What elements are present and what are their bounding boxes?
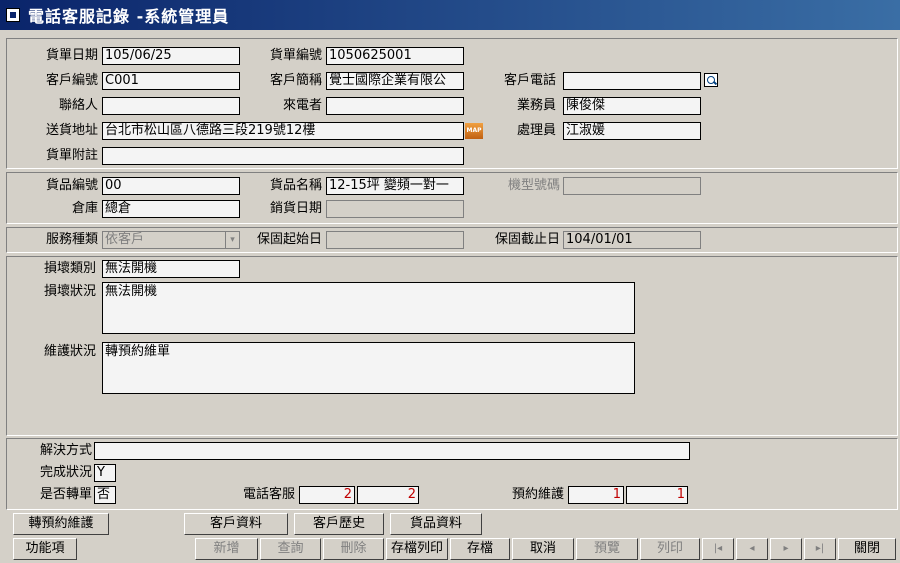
appt-count-1: 1 — [568, 486, 624, 504]
save-print-button[interactable]: 存檔列印 — [386, 538, 448, 560]
warehouse-field[interactable]: 總倉 — [102, 200, 240, 218]
address-field[interactable]: 台北市松山區八德路三段219號12樓 — [102, 122, 464, 140]
damage-status-textarea[interactable]: 無法開機 — [102, 282, 635, 334]
customer-info-button[interactable]: 客戶資料 — [184, 513, 288, 535]
appt-label: 預約維護 — [511, 487, 564, 502]
handler-label: 處理員 — [516, 123, 556, 138]
save-button[interactable]: 存檔 — [450, 538, 510, 560]
solution-label: 解決方式 — [39, 443, 92, 458]
prod-name-label: 貨品名稱 — [269, 178, 322, 193]
product-info-button[interactable]: 貨品資料 — [390, 513, 482, 535]
complete-field[interactable]: Y — [94, 464, 116, 482]
warranty-start-label: 保固起始日 — [256, 232, 322, 247]
cust-phone-field[interactable] — [563, 72, 701, 90]
title-bar: 電話客服記錄 -系統管理員 — [0, 0, 900, 30]
damage-status-label: 損壞狀況 — [43, 284, 96, 299]
warehouse-label: 倉庫 — [71, 201, 98, 216]
phone-count-1: 2 — [299, 486, 355, 504]
appt-count-2: 1 — [626, 486, 688, 504]
prod-no-field[interactable]: 00 — [102, 177, 240, 195]
cust-no-field[interactable]: C001 — [102, 72, 240, 90]
last-record-button[interactable]: ▸| — [804, 538, 836, 560]
app-icon[interactable] — [6, 8, 20, 22]
order-date-field[interactable]: 105/06/25 — [102, 47, 240, 65]
transfer-field[interactable]: 否 — [94, 486, 116, 504]
model-label: 機型號碼 — [507, 178, 560, 193]
damage-category-label: 損壞類別 — [43, 261, 96, 276]
prod-name-field[interactable]: 12-15坪 變頻一對一 — [326, 177, 464, 195]
phone-count-2: 2 — [357, 486, 419, 504]
handler-field[interactable]: 江淑媛 — [563, 122, 701, 140]
damage-category-field[interactable]: 無法開機 — [102, 260, 240, 278]
warranty-end-field: 104/01/01 — [563, 231, 701, 249]
chevron-down-icon[interactable]: ▾ — [225, 232, 239, 248]
cust-no-label: 客戶編號 — [45, 73, 98, 88]
first-record-button[interactable]: |◂ — [702, 538, 734, 560]
contact-label: 聯絡人 — [58, 98, 98, 113]
model-field — [563, 177, 701, 195]
query-button[interactable]: 查詢 — [260, 538, 321, 560]
prod-no-label: 貨品編號 — [45, 178, 98, 193]
note-field[interactable] — [102, 147, 464, 165]
cancel-button[interactable]: 取消 — [512, 538, 574, 560]
cust-short-label: 客戶簡稱 — [269, 73, 322, 88]
print-button[interactable]: 列印 — [640, 538, 700, 560]
maint-status-label: 維護狀況 — [43, 344, 96, 359]
sales-field[interactable]: 陳俊傑 — [563, 97, 701, 115]
preview-button[interactable]: 預覽 — [576, 538, 638, 560]
close-button[interactable]: 關閉 — [838, 538, 896, 560]
contact-field[interactable] — [102, 97, 240, 115]
service-type-value: 依客戶 — [105, 232, 145, 247]
note-label: 貨單附註 — [45, 148, 98, 163]
order-date-label: 貨單日期 — [45, 48, 98, 63]
sale-date-field — [326, 200, 464, 218]
prev-record-button[interactable]: ◂ — [736, 538, 768, 560]
service-type-select[interactable]: 依客戶 ▾ — [102, 231, 240, 249]
maint-status-textarea[interactable]: 轉預約維單 — [102, 342, 635, 394]
complete-label: 完成狀況 — [39, 465, 92, 480]
caller-label: 來電者 — [282, 98, 322, 113]
address-label: 送貨地址 — [45, 123, 98, 138]
search-icon[interactable] — [704, 73, 718, 87]
caller-field[interactable] — [326, 97, 464, 115]
functions-button[interactable]: 功能項 — [13, 538, 77, 560]
warranty-start-field — [326, 231, 464, 249]
window-title: 電話客服記錄 -系統管理員 — [28, 7, 230, 26]
order-no-label: 貨單編號 — [269, 48, 322, 63]
sales-label: 業務員 — [516, 98, 556, 113]
add-button[interactable]: 新增 — [195, 538, 258, 560]
sale-date-label: 銷貨日期 — [269, 201, 322, 216]
cust-short-field[interactable]: 覺士國際企業有限公 — [326, 72, 464, 90]
to-appointment-button[interactable]: 轉預約維護 — [13, 513, 109, 535]
service-type-label: 服務種類 — [45, 232, 98, 247]
phone-service-label: 電話客服 — [242, 487, 295, 502]
solution-field[interactable] — [94, 442, 690, 460]
order-no-field[interactable]: 1050625001 — [326, 47, 464, 65]
delete-button[interactable]: 刪除 — [323, 538, 384, 560]
warranty-end-label: 保固截止日 — [494, 232, 560, 247]
customer-history-button[interactable]: 客戶歷史 — [294, 513, 384, 535]
transfer-label: 是否轉單 — [39, 487, 92, 502]
cust-phone-label: 客戶電話 — [503, 73, 556, 88]
next-record-button[interactable]: ▸ — [770, 538, 802, 560]
